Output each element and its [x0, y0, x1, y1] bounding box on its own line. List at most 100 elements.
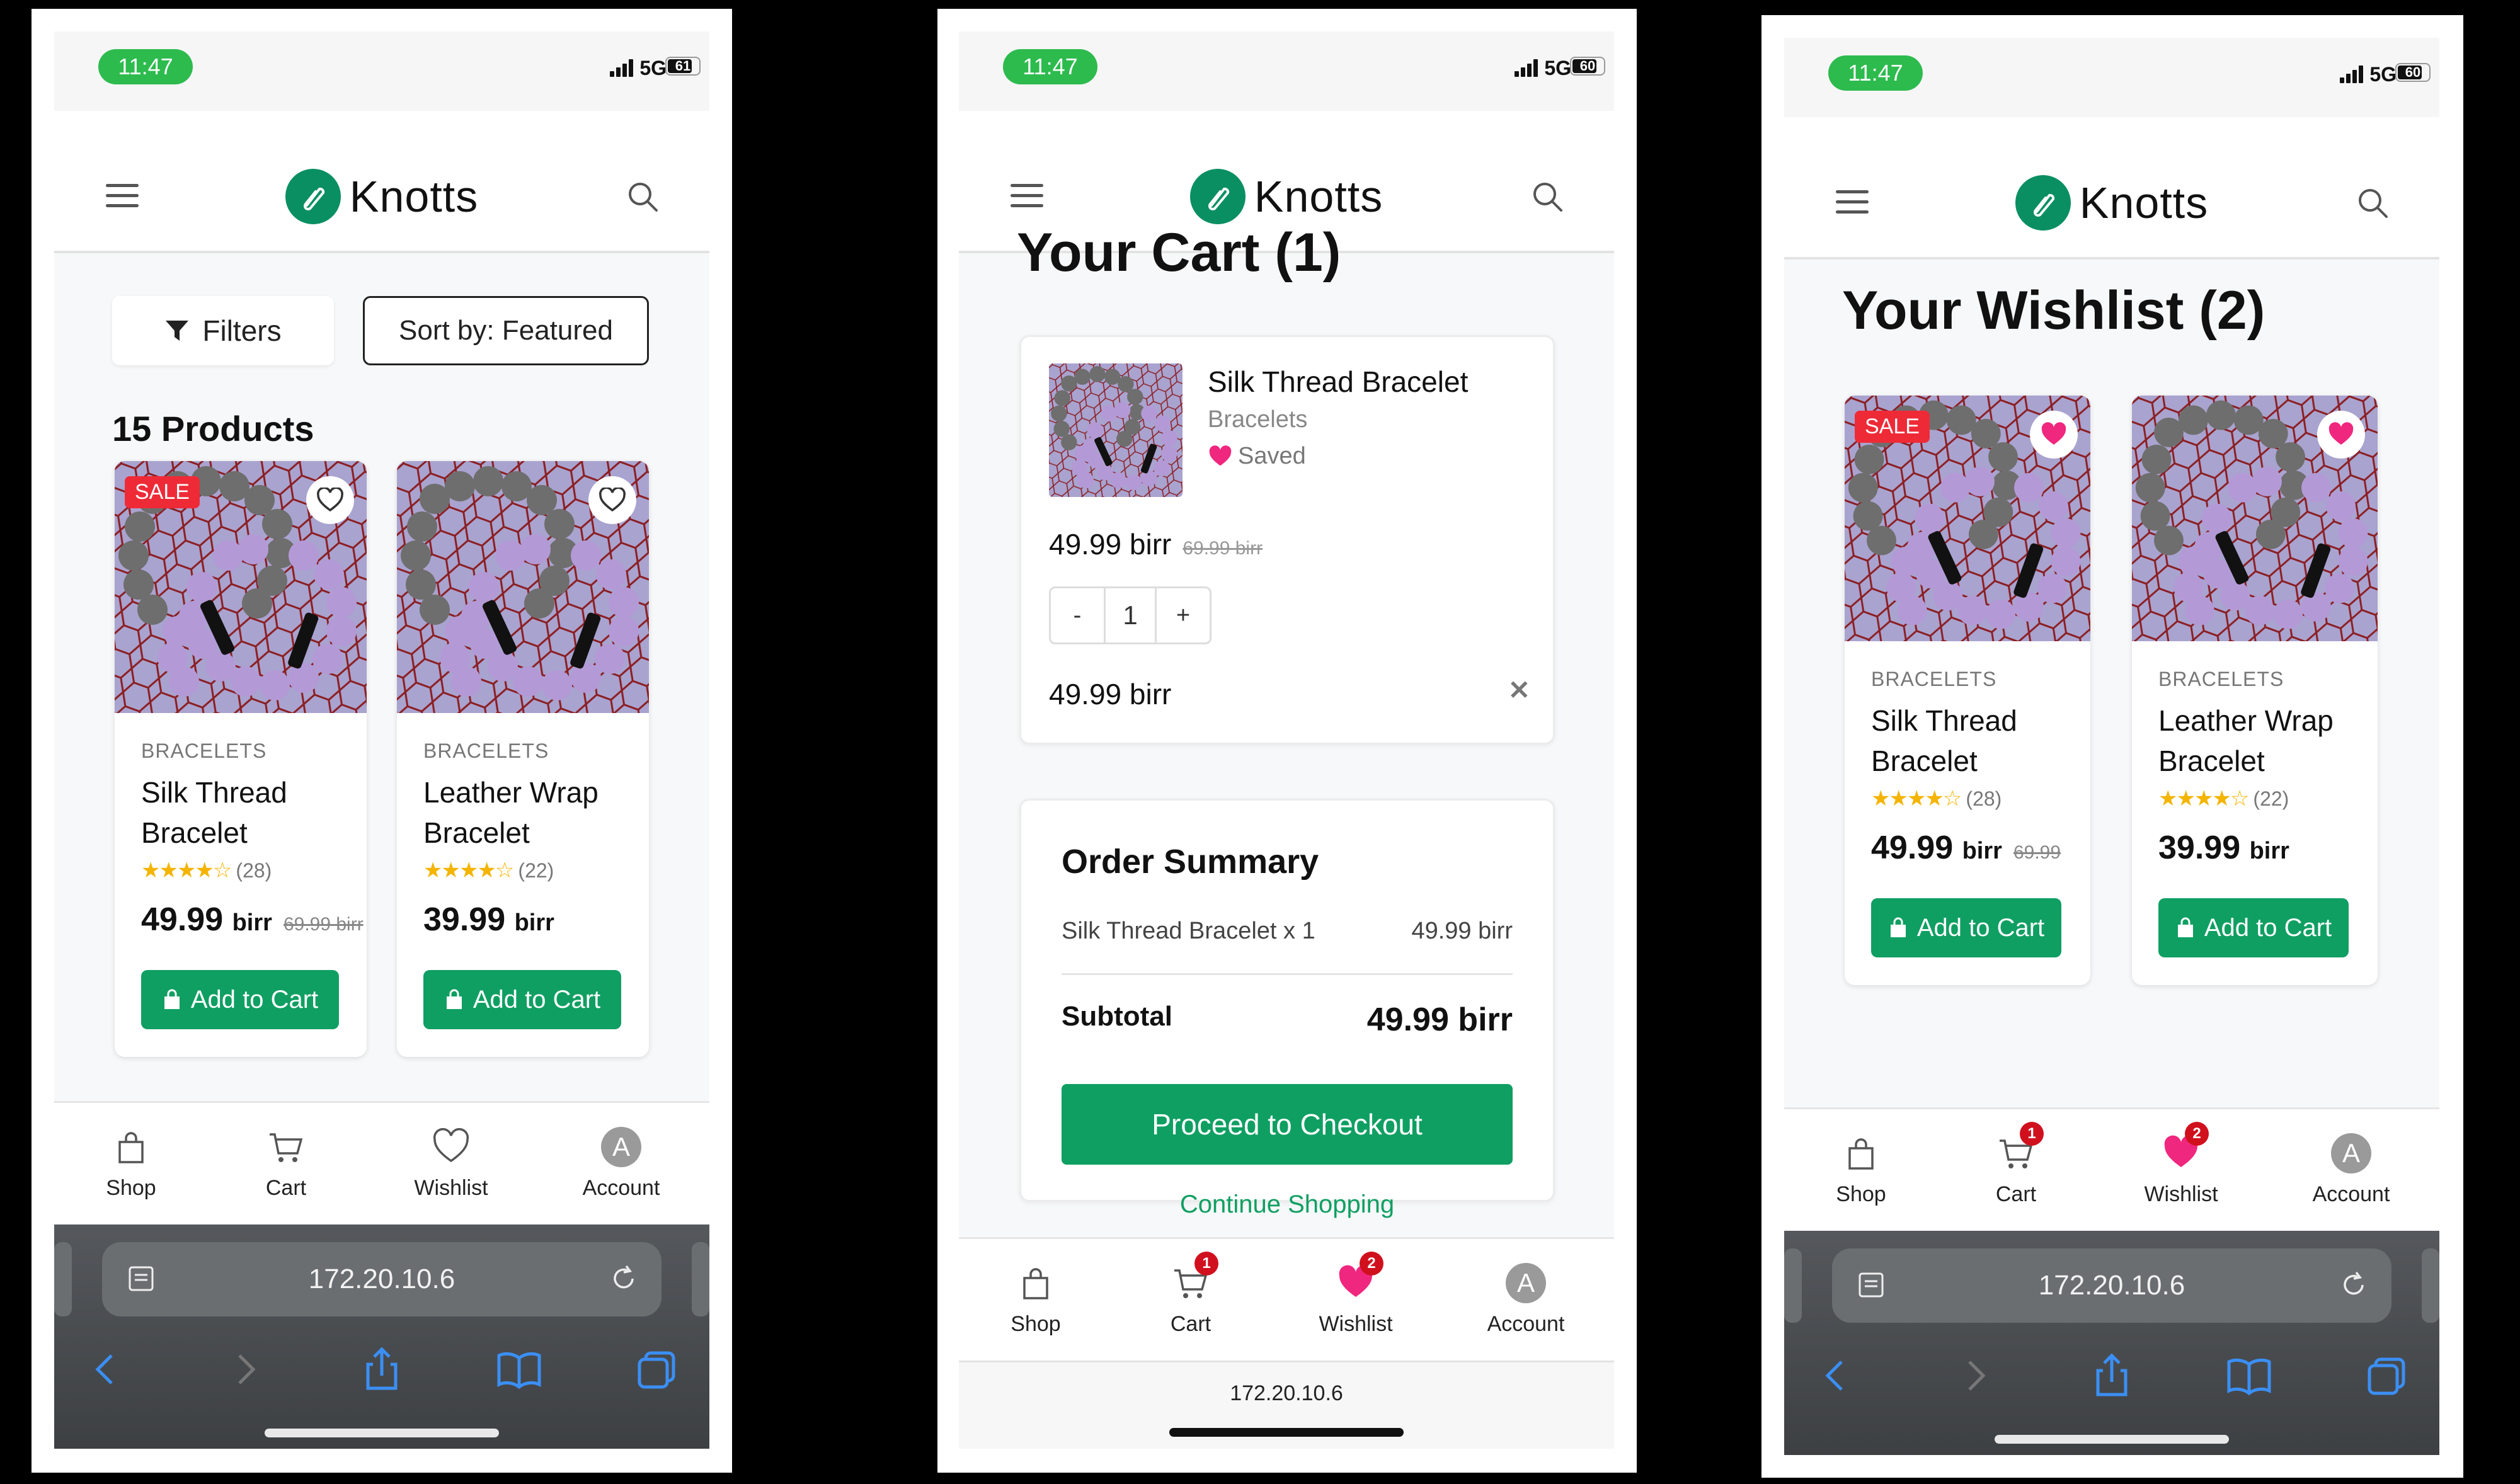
home-indicator [265, 1429, 499, 1437]
tab-cart[interactable]: 1 Cart [1128, 1252, 1254, 1337]
heart-filled-icon [1209, 445, 1232, 465]
price-value: 49.99 [141, 901, 224, 938]
product-name-line: Bracelet [2158, 745, 2265, 777]
add-to-cart-button[interactable]: Add to Cart [2158, 898, 2349, 957]
product-name[interactable]: Leather Wrap Bracelet [2158, 700, 2365, 781]
tabs-icon[interactable] [632, 1344, 682, 1395]
phone-screen-shop: 11:47 5G 61 Knotts Filters Sort by: Feat… [54, 31, 709, 1449]
tab-wishlist[interactable]: 2 Wishlist [2118, 1122, 2244, 1207]
product-name[interactable]: Silk Thread Bracelet [141, 772, 354, 853]
brand-name: Knotts [2079, 178, 2209, 227]
forward-icon[interactable] [219, 1344, 270, 1395]
back-icon[interactable] [1811, 1350, 1862, 1401]
wishlist-heart-filled-icon[interactable] [2030, 411, 2078, 459]
qty-value[interactable]: 1 [1104, 588, 1157, 642]
brand-logo[interactable]: Knotts [959, 169, 1614, 224]
share-icon[interactable] [357, 1344, 407, 1395]
tab-peek-right[interactable] [2422, 1248, 2439, 1323]
page-menu-icon[interactable] [1856, 1270, 1886, 1300]
url-bar[interactable]: 172.20.10.6 [1832, 1248, 2391, 1323]
bag-icon [446, 989, 462, 1009]
tab-shop[interactable]: Shop [973, 1263, 1099, 1337]
cart-line-total: 49.99 birr [1049, 678, 1172, 711]
add-to-cart-button[interactable]: Add to Cart [1871, 898, 2061, 957]
product-card[interactable]: SALE BRACELETS Silk Thread Bracelet ★★★★☆… [115, 461, 367, 1057]
filters-button[interactable]: Filters [112, 296, 334, 365]
star-rating-icon: ★★★★☆ [423, 859, 514, 882]
signal-icon [1515, 59, 1540, 77]
tab-shop[interactable]: Shop [1798, 1133, 1924, 1207]
tab-cart[interactable]: Cart [223, 1127, 349, 1201]
wishlist-heart-icon[interactable] [306, 476, 354, 524]
product-category: BRACELETS [141, 739, 267, 762]
wishlist-card[interactable]: SALE BRACELETS Silk Thread Bracelet ★★★★☆… [1845, 396, 2090, 985]
tab-account[interactable]: A Account [558, 1127, 684, 1201]
brand-logo[interactable]: Knotts [54, 169, 709, 224]
order-summary: Order Summary Silk Thread Bracelet x 1 4… [1019, 799, 1555, 1202]
brand-logo[interactable]: Knotts [1784, 175, 2439, 231]
back-icon[interactable] [81, 1344, 132, 1395]
qty-increase-button[interactable]: + [1157, 588, 1210, 642]
tab-wishlist[interactable]: 2 Wishlist [1293, 1252, 1419, 1337]
tab-label: Wishlist [2144, 1182, 2218, 1206]
continue-shopping-link[interactable]: Continue Shopping [1019, 1190, 1555, 1219]
search-icon[interactable] [625, 179, 660, 214]
review-count: (28) [236, 859, 272, 882]
cart-item-image[interactable] [1049, 363, 1183, 497]
add-to-cart-button[interactable]: Add to Cart [141, 970, 339, 1029]
old-price: 69.99 [2013, 842, 2061, 863]
product-name[interactable]: Leather Wrap Bracelet [423, 772, 636, 853]
reload-icon[interactable] [609, 1264, 639, 1294]
tab-shop[interactable]: Shop [68, 1127, 194, 1201]
star-rating-icon: ★★★★☆ [1871, 787, 1962, 811]
phone-screen-wishlist: 11:47 5G 60 Knotts Your Wishlist (2) SAL… [1784, 38, 2439, 1455]
rating: ★★★★☆ (28) [141, 858, 272, 883]
rating: ★★★★☆ (22) [423, 858, 554, 883]
bookmarks-icon[interactable] [2224, 1350, 2274, 1401]
product-card[interactable]: BRACELETS Leather Wrap Bracelet ★★★★☆ (22)… [397, 461, 649, 1057]
tab-peek-right[interactable] [692, 1242, 709, 1316]
tab-peek-left[interactable] [1784, 1248, 1802, 1323]
product-price: 49.99 birr 69.99 birr [141, 901, 364, 939]
bag-icon [2177, 917, 2193, 937]
summary-divider [1062, 973, 1513, 975]
subtotal-value: 49.99 birr [1366, 1002, 1513, 1038]
share-icon[interactable] [2087, 1350, 2137, 1401]
bottom-tab-bar: Shop 1 Cart 2 Wishlist A Account [1784, 1107, 2439, 1231]
tabs-icon[interactable] [2362, 1350, 2412, 1401]
old-price: 69.99 birr [1183, 538, 1263, 559]
search-icon[interactable] [2355, 185, 2390, 220]
tab-label: Cart [1995, 1182, 2037, 1206]
bookmarks-icon[interactable] [494, 1344, 544, 1395]
saved-indicator[interactable]: Saved [1208, 443, 1306, 470]
reload-icon[interactable] [2339, 1270, 2369, 1300]
wishlist-heart-filled-icon[interactable] [2317, 411, 2365, 459]
tab-peek-left[interactable] [54, 1242, 72, 1316]
page-menu-icon[interactable] [126, 1264, 156, 1294]
forward-icon[interactable] [1949, 1350, 2000, 1401]
qty-decrease-button[interactable]: - [1051, 588, 1104, 642]
tab-account[interactable]: A Account [1463, 1263, 1589, 1337]
bag-icon [111, 1127, 151, 1167]
rating: ★★★★☆ (22) [2158, 786, 2289, 811]
tab-label: Wishlist [1319, 1312, 1393, 1336]
tab-wishlist[interactable]: Wishlist [388, 1127, 514, 1201]
url-bar[interactable]: 172.20.10.6 [102, 1242, 662, 1316]
compact-url-bar[interactable]: 172.20.10.6 [959, 1361, 1614, 1449]
product-name[interactable]: Silk Thread Bracelet [1871, 700, 2078, 781]
remove-item-icon[interactable]: ✕ [1508, 675, 1530, 705]
home-indicator [1995, 1435, 2229, 1444]
tab-account[interactable]: A Account [2288, 1133, 2414, 1207]
browser-nav [1784, 1350, 2439, 1401]
search-icon[interactable] [1530, 179, 1565, 214]
product-price: 49.99 birr 69.99 [1871, 829, 2061, 867]
add-to-cart-button[interactable]: Add to Cart [423, 970, 621, 1029]
wishlist-heart-icon[interactable] [588, 476, 636, 524]
tab-cart[interactable]: 1 Cart [1953, 1122, 2079, 1207]
bag-icon [1841, 1133, 1881, 1173]
cart-item-name[interactable]: Silk Thread Bracelet [1208, 365, 1468, 399]
proceed-to-checkout-button[interactable]: Proceed to Checkout [1062, 1084, 1513, 1165]
wishlist-card[interactable]: BRACELETS Leather Wrap Bracelet ★★★★☆ (22)… [2132, 396, 2378, 985]
summary-line-value: 49.99 birr [1411, 918, 1513, 944]
sort-select[interactable]: Sort by: Featured [363, 296, 649, 365]
